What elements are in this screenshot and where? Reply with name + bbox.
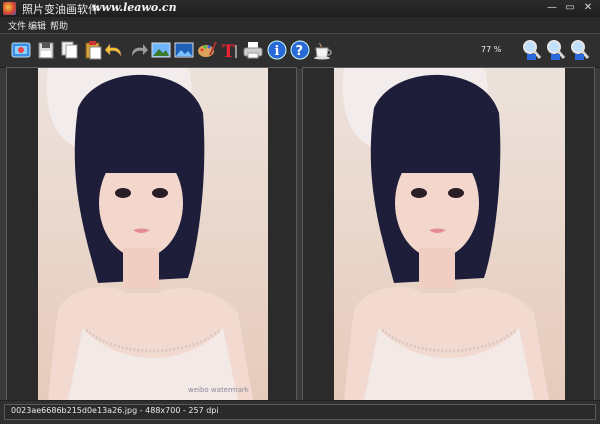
copy-icon[interactable] bbox=[58, 39, 80, 61]
undo-icon[interactable] bbox=[104, 39, 126, 61]
zoom-level: 77 % bbox=[481, 45, 502, 54]
menu-help[interactable]: 帮助 bbox=[50, 19, 68, 32]
coffee-icon[interactable] bbox=[312, 39, 334, 61]
print-icon[interactable] bbox=[242, 39, 264, 61]
text-tool-icon[interactable]: T bbox=[219, 39, 241, 61]
zoom-fit-icon[interactable] bbox=[569, 39, 591, 61]
original-photo: weibo watermark bbox=[38, 68, 268, 400]
minimize-button[interactable]: — bbox=[546, 2, 558, 14]
file-info: 0023ae6686b215d0e13a26.jpg - 488x700 - 2… bbox=[11, 406, 219, 415]
open-image-icon[interactable] bbox=[10, 39, 32, 61]
svg-text:T: T bbox=[222, 42, 235, 61]
app-logo-icon bbox=[3, 2, 16, 15]
window-url[interactable]: www.leawo.cn bbox=[92, 1, 177, 14]
title-bar: 照片变油画软件 www.leawo.cn — ▭ ✕ bbox=[0, 0, 600, 17]
toolbar: T i ? 77 % bbox=[0, 33, 600, 68]
menu-edit[interactable]: 编辑 bbox=[28, 19, 46, 32]
menu-file[interactable]: 文件 bbox=[8, 19, 26, 32]
svg-text:i: i bbox=[275, 44, 280, 59]
image-landscape-icon[interactable] bbox=[173, 39, 195, 61]
close-button[interactable]: ✕ bbox=[582, 2, 594, 14]
result-image-panel[interactable] bbox=[302, 67, 595, 401]
original-image-panel[interactable]: weibo watermark bbox=[6, 67, 297, 401]
info-icon[interactable]: i bbox=[266, 39, 288, 61]
save-icon[interactable] bbox=[35, 39, 57, 61]
menu-bar: 文件 编辑 帮助 bbox=[0, 17, 600, 33]
svg-text:?: ? bbox=[296, 44, 304, 59]
zoom-out-icon[interactable] bbox=[545, 39, 567, 61]
paint-palette-icon[interactable] bbox=[196, 39, 218, 61]
status-bar: 0023ae6686b215d0e13a26.jpg - 488x700 - 2… bbox=[0, 400, 600, 424]
result-photo bbox=[334, 68, 565, 400]
redo-icon[interactable] bbox=[127, 39, 149, 61]
maximize-button[interactable]: ▭ bbox=[564, 2, 576, 14]
image-icon[interactable] bbox=[150, 39, 172, 61]
zoom-in-icon[interactable] bbox=[521, 39, 543, 61]
help-icon[interactable]: ? bbox=[289, 39, 311, 61]
paste-icon[interactable] bbox=[82, 39, 104, 61]
status-field: 0023ae6686b215d0e13a26.jpg - 488x700 - 2… bbox=[4, 404, 596, 420]
window-title: 照片变油画软件 bbox=[22, 3, 99, 16]
